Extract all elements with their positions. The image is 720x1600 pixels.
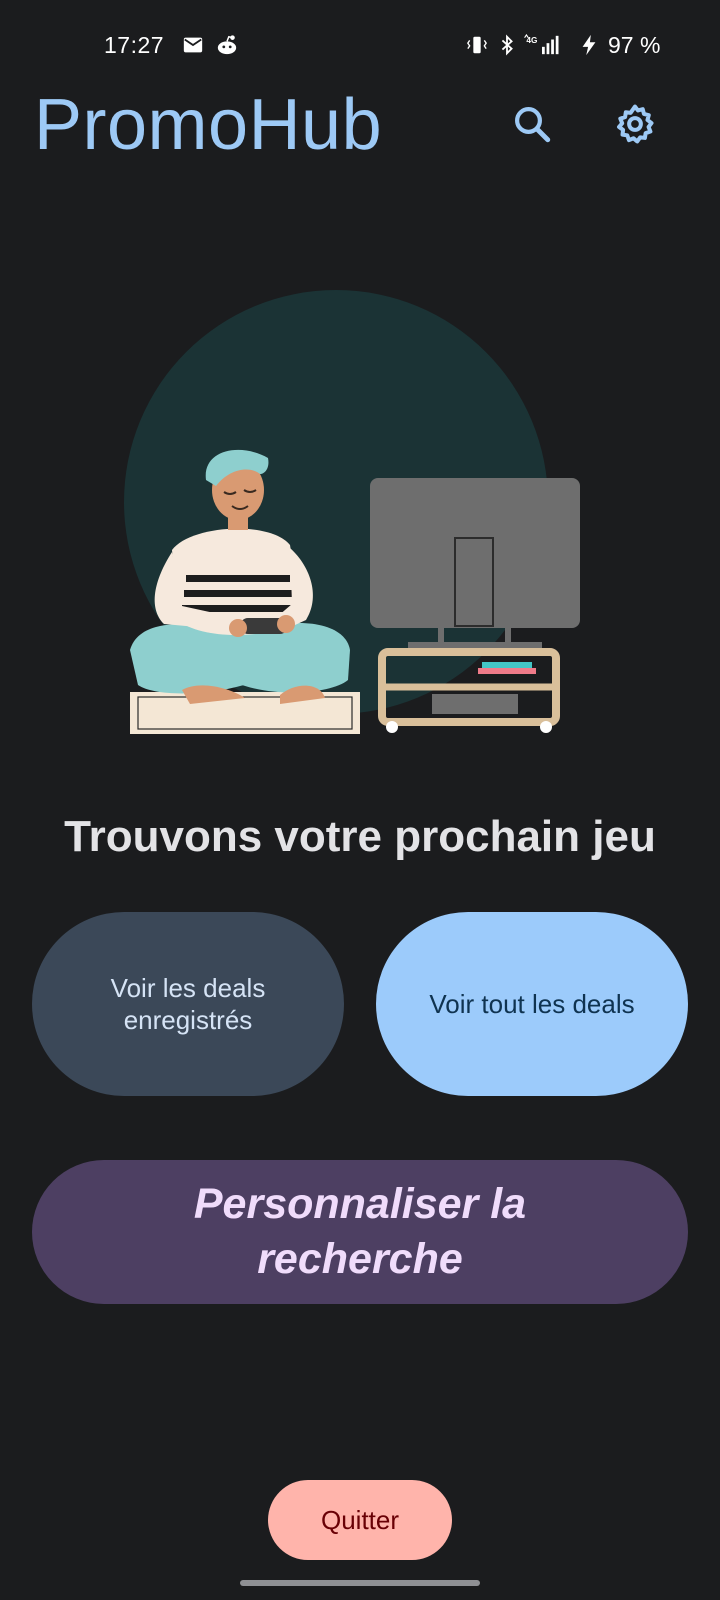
charging-icon: [582, 34, 596, 56]
app-title: PromoHub: [34, 85, 383, 165]
search-button[interactable]: [504, 96, 560, 152]
settings-button[interactable]: [607, 96, 663, 152]
customize-search-label: Personnaliser la recherche: [193, 1180, 527, 1283]
all-deals-label: Voir tout les deals: [429, 989, 635, 1019]
saved-deals-button[interactable]: Voir les deals enregistrés: [32, 912, 344, 1096]
quit-button[interactable]: Quitter: [268, 1480, 452, 1560]
customize-search-button[interactable]: Personnaliser la recherche: [32, 1160, 688, 1304]
vibrate-icon: [467, 36, 487, 54]
gamer-illustration: [124, 290, 580, 734]
all-deals-button[interactable]: Voir tout les deals: [376, 912, 688, 1096]
home-screen: 17:27 4G 97 % PromoHub Trouvons votre pr…: [0, 0, 720, 1600]
reddit-icon: [217, 35, 237, 55]
settings-icon: [617, 104, 654, 144]
status-bar: 17:27 4G 97 %: [0, 0, 720, 92]
bluetooth-icon: [501, 34, 513, 56]
gesture-navigation-bar[interactable]: [240, 1580, 480, 1586]
quit-label: Quitter: [320, 1504, 400, 1535]
status-time: 17:27: [104, 32, 165, 58]
battery-level: 97 %: [608, 32, 661, 58]
headline: Trouvons votre prochain jeu: [64, 812, 656, 861]
signal-4g-icon: 4G: [524, 34, 559, 55]
saved-deals-label: Voir les deals enregistrés: [110, 973, 266, 1035]
search-icon: [515, 107, 551, 143]
mail-icon: [183, 37, 203, 53]
